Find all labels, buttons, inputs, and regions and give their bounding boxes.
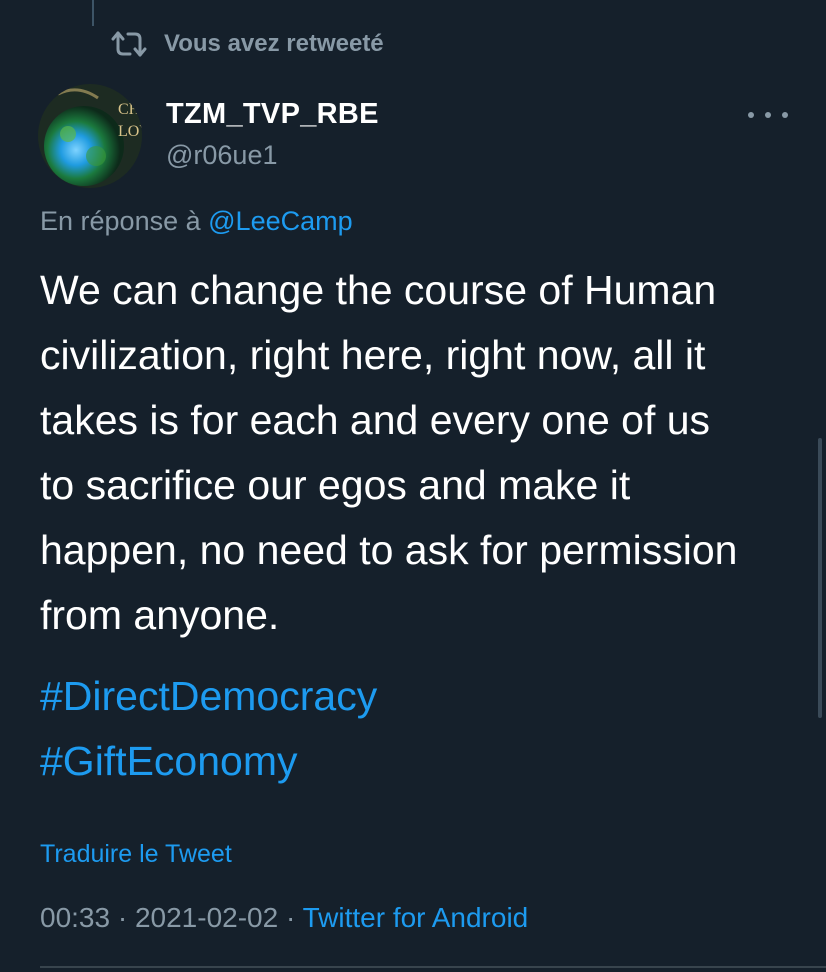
hashtag-link-gift-economy[interactable]: #GiftEconomy [40,729,377,794]
reply-mention-link[interactable]: @LeeCamp [208,206,352,236]
author-display-name[interactable]: TZM_TVP_RBE [166,98,379,131]
avatar[interactable]: CH LOV [38,84,142,188]
reply-prefix: En réponse à [40,206,201,236]
tweet-text-line: to sacrifice our egos and make it [40,462,631,508]
tweet-time: 00:33 [40,902,111,933]
translate-tweet-link[interactable]: Traduire le Tweet [40,840,232,869]
retweet-context: Vous avez retweeté [110,28,384,60]
scrollbar[interactable] [818,438,822,718]
tweet-text-line: civilization, right here, right now, all… [40,332,706,378]
reply-context: En réponse à @LeeCamp [40,206,353,237]
retweet-icon [110,29,148,59]
retweet-context-label: Vous avez retweeté [164,30,384,57]
tweet-text: We can change the course of Human civili… [40,258,800,648]
meta-separator: · [110,902,135,933]
tweet-source-link[interactable]: Twitter for Android [303,902,529,933]
divider [40,966,826,968]
tweet-meta: 00:33 · 2021-02-02 · Twitter for Android [40,902,528,934]
avatar-text-ch: CH [118,101,141,118]
more-options-icon[interactable] [748,108,788,122]
thread-connector-line [92,0,94,26]
tweet-date: 2021-02-02 [134,902,279,933]
tweet-text-line: We can change the course of Human [40,267,717,313]
tweet-text-line: takes is for each and every one of us [40,397,711,443]
avatar-text-lov: LOV [118,123,142,140]
tweet-text-line: happen, no need to ask for permission [40,527,738,573]
author-handle[interactable]: @r06ue1 [166,140,277,171]
hashtag-link-direct-democracy[interactable]: #DirectDemocracy [40,664,377,729]
hashtags: #DirectDemocracy #GiftEconomy [40,664,377,794]
meta-separator: · [278,902,303,933]
tweet-text-line: from anyone. [40,592,280,638]
